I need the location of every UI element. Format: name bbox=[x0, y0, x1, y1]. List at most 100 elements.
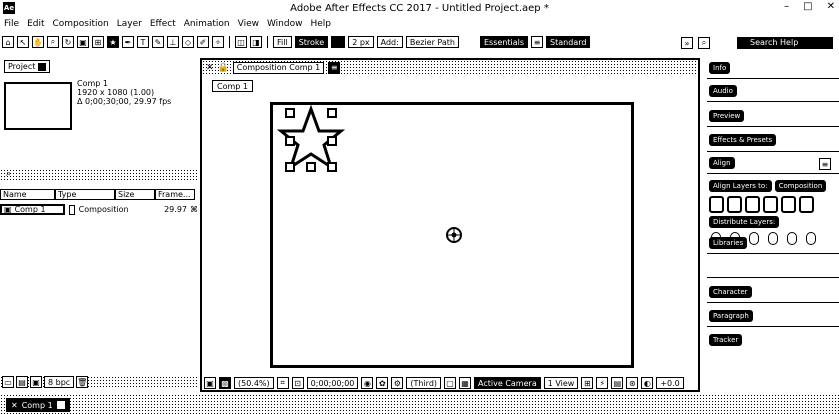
timeline-icon[interactable]: ▤ bbox=[611, 377, 624, 389]
project-search-input[interactable]: ⌕ bbox=[0, 169, 198, 181]
anchor-point-icon[interactable] bbox=[446, 227, 462, 243]
close-icon[interactable]: ✕ bbox=[206, 63, 214, 73]
fast-previews-icon[interactable]: ⚡ bbox=[596, 377, 609, 389]
bit-depth-button[interactable]: 8 bpc bbox=[44, 376, 75, 388]
home-icon[interactable]: ⌂ bbox=[2, 36, 14, 48]
column-name[interactable]: Name bbox=[0, 188, 55, 200]
audio-panel-tab[interactable]: Audio bbox=[709, 85, 737, 97]
trash-icon[interactable]: 🗑 bbox=[76, 376, 89, 388]
brush-tool-icon[interactable]: ✎ bbox=[152, 36, 164, 48]
toggle-pixel-aspect-icon[interactable]: ⊞ bbox=[581, 377, 594, 389]
effects-presets-panel-tab[interactable]: Effects & Presets bbox=[709, 134, 777, 146]
menu-composition[interactable]: Composition bbox=[53, 19, 109, 29]
tool-creates-shape-icon[interactable]: ◨ bbox=[250, 36, 262, 48]
distribute-bottom-icon[interactable] bbox=[749, 232, 759, 245]
menu-animation[interactable]: Animation bbox=[184, 19, 230, 29]
star-shape-layer[interactable] bbox=[276, 104, 346, 172]
libraries-panel-tab[interactable]: Libraries bbox=[709, 237, 748, 249]
close-icon[interactable]: ✕ bbox=[11, 401, 18, 410]
workspace-standard-button[interactable]: Standard bbox=[546, 36, 591, 48]
reset-exposure-icon[interactable]: ◐ bbox=[641, 377, 654, 389]
type-tool-icon[interactable]: T bbox=[137, 36, 149, 48]
workspace-menu-icon[interactable]: ≡ bbox=[531, 36, 544, 48]
roto-brush-tool-icon[interactable]: ✐ bbox=[197, 36, 209, 48]
exposure-field[interactable]: +0.0 bbox=[656, 377, 684, 389]
align-right-icon[interactable] bbox=[745, 196, 760, 213]
workspace-essentials-button[interactable]: Essentials bbox=[480, 36, 529, 48]
project-tab[interactable]: Project bbox=[4, 60, 51, 73]
composition-canvas[interactable] bbox=[270, 102, 634, 368]
current-time-field[interactable]: 0;00;00;00 bbox=[306, 377, 359, 389]
timeline-comp-tab[interactable]: ✕ Comp 1 bbox=[6, 398, 70, 412]
menu-effect[interactable]: Effect bbox=[150, 19, 176, 29]
pen-tool-icon[interactable]: ✒ bbox=[122, 36, 134, 48]
column-frame-rate[interactable]: Frame... bbox=[155, 188, 195, 200]
show-channel-icon[interactable]: ✿ bbox=[376, 377, 389, 389]
eraser-tool-icon[interactable]: ◇ bbox=[182, 36, 194, 48]
add-dropdown[interactable]: Add: bbox=[376, 36, 403, 48]
more-workspaces-icon[interactable]: » bbox=[681, 37, 693, 49]
fill-option-button[interactable]: Fill bbox=[273, 36, 292, 48]
lock-icon[interactable]: 🔒 bbox=[218, 63, 229, 73]
tool-creates-mask-icon[interactable]: ◫ bbox=[235, 36, 247, 48]
align-target-dropdown[interactable]: Composition bbox=[774, 180, 827, 192]
resolution-dropdown[interactable]: (Third) bbox=[406, 377, 442, 389]
bezier-path-checkbox[interactable]: Bezier Path bbox=[405, 36, 459, 48]
align-bottom-icon[interactable] bbox=[799, 196, 814, 213]
paragraph-panel-tab[interactable]: Paragraph bbox=[709, 310, 753, 322]
column-size[interactable]: Size bbox=[115, 188, 155, 200]
align-left-icon[interactable] bbox=[709, 196, 724, 213]
info-panel-tab[interactable]: Info bbox=[709, 62, 731, 74]
stroke-option-button[interactable]: Stroke bbox=[294, 36, 329, 48]
stroke-width-field[interactable]: 2 px bbox=[348, 36, 374, 48]
tracker-panel-tab[interactable]: Tracker bbox=[709, 334, 743, 346]
minimize-button[interactable]: – bbox=[784, 1, 789, 12]
table-row[interactable]: ▣ Comp 1 Composition 29.97 ⌘ bbox=[0, 203, 198, 216]
shape-tool-icon[interactable]: ★ bbox=[107, 36, 119, 48]
always-preview-icon[interactable]: ▣ bbox=[204, 377, 216, 389]
search-icon[interactable]: ⌕ bbox=[698, 37, 710, 49]
preview-panel-tab[interactable]: Preview bbox=[709, 110, 745, 122]
label-color-chip[interactable] bbox=[69, 204, 75, 215]
zoom-dropdown[interactable]: (50.4%) bbox=[234, 377, 274, 389]
menu-help[interactable]: Help bbox=[310, 19, 331, 29]
snapshot-icon[interactable]: ◉ bbox=[361, 377, 374, 389]
selection-tool-icon[interactable]: ↖ bbox=[17, 36, 29, 48]
distribute-right-icon[interactable] bbox=[806, 232, 816, 245]
panel-menu-icon[interactable]: ≡ bbox=[819, 158, 831, 170]
hand-tool-icon[interactable]: ✋ bbox=[32, 36, 44, 48]
row-name-cell[interactable]: ▣ Comp 1 bbox=[0, 204, 66, 215]
puppet-pin-tool-icon[interactable]: ✧ bbox=[212, 36, 224, 48]
view-layout-dropdown[interactable]: 1 View bbox=[543, 377, 579, 389]
align-horizontal-center-icon[interactable] bbox=[727, 196, 742, 213]
safe-margins-icon[interactable]: ⊡ bbox=[291, 377, 304, 389]
region-of-interest-icon[interactable]: ▢ bbox=[444, 377, 457, 389]
character-panel-tab[interactable]: Character bbox=[709, 286, 752, 298]
interpret-footage-icon[interactable]: ▭ bbox=[2, 376, 14, 388]
panel-menu-icon[interactable] bbox=[56, 401, 65, 409]
camera-view-dropdown[interactable]: Active Camera bbox=[474, 377, 541, 389]
menu-file[interactable]: File bbox=[4, 19, 19, 29]
zoom-tool-icon[interactable]: ⌕ bbox=[47, 36, 59, 48]
pan-behind-tool-icon[interactable]: ⊞ bbox=[92, 36, 104, 48]
close-button[interactable]: ✕ bbox=[827, 1, 835, 12]
align-panel-tab[interactable]: Align bbox=[709, 157, 735, 169]
maximize-button[interactable]: □ bbox=[803, 1, 812, 12]
align-top-icon[interactable] bbox=[763, 196, 778, 213]
column-type[interactable]: Type bbox=[55, 188, 115, 200]
distribute-horizontal-center-icon[interactable] bbox=[787, 232, 797, 245]
menu-edit[interactable]: Edit bbox=[27, 19, 44, 29]
camera-tool-icon[interactable]: ▣ bbox=[77, 36, 89, 48]
transparency-grid-icon[interactable]: ▦ bbox=[459, 377, 472, 389]
panel-menu-icon[interactable]: ≡ bbox=[328, 61, 341, 74]
clone-stamp-tool-icon[interactable]: ⊥ bbox=[167, 36, 179, 48]
menu-view[interactable]: View bbox=[238, 19, 259, 29]
panel-menu-icon[interactable] bbox=[38, 62, 47, 71]
comp-breadcrumb[interactable]: Comp 1 bbox=[212, 80, 253, 92]
align-vertical-center-icon[interactable] bbox=[781, 196, 796, 213]
flowchart-icon[interactable]: ⊛ bbox=[626, 377, 639, 389]
stroke-color-swatch[interactable] bbox=[331, 36, 346, 48]
color-management-icon[interactable]: ⚙ bbox=[391, 377, 404, 389]
new-composition-icon[interactable]: ▣ bbox=[30, 376, 42, 388]
menu-layer[interactable]: Layer bbox=[117, 19, 142, 29]
